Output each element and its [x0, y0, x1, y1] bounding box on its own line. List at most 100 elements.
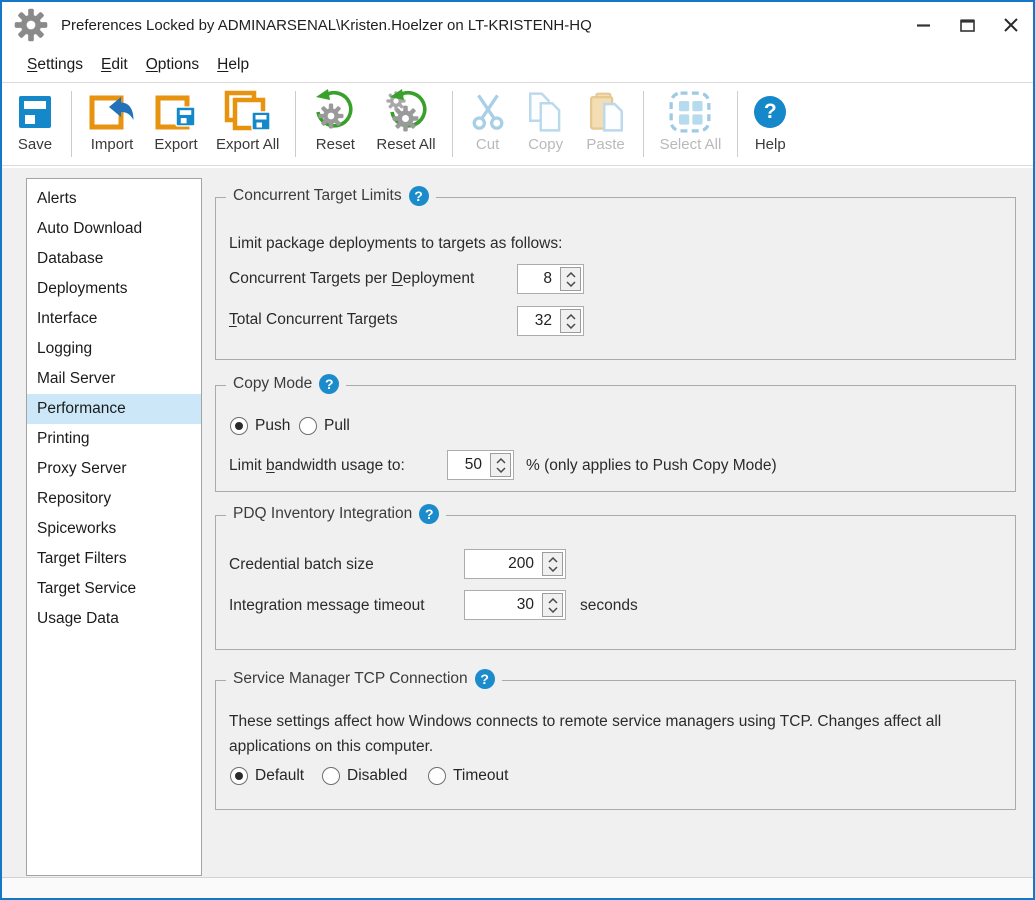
reset-all-button[interactable]: Reset All	[367, 83, 444, 165]
limits-description: Limit package deployments to targets as …	[229, 235, 562, 253]
group-pdq-inventory-integration: PDQ Inventory Integration ? Credential b…	[215, 515, 1016, 650]
credential-batch-size-input[interactable]	[465, 550, 540, 578]
sidebar-item-target-filters[interactable]: Target Filters	[27, 544, 201, 574]
minimize-button[interactable]	[901, 2, 945, 48]
window-title: Preferences Locked by ADMINARSENAL\Krist…	[61, 17, 592, 34]
targets-per-deployment-input[interactable]	[518, 265, 558, 293]
toolbar-separator	[71, 91, 72, 157]
total-concurrent-targets-label: Total Concurrent Targets	[229, 311, 398, 329]
export-all-icon	[221, 88, 275, 136]
chevron-up-icon	[566, 314, 576, 320]
integration-timeout-input[interactable]	[465, 591, 540, 619]
maximize-button[interactable]	[945, 2, 989, 48]
bandwidth-input[interactable]	[448, 451, 488, 479]
radio-selected-icon	[230, 767, 248, 785]
copy-button[interactable]: Copy	[516, 83, 576, 165]
paste-button[interactable]: Paste	[576, 83, 636, 165]
credential-batch-size-label: Credential batch size	[229, 556, 374, 574]
save-icon	[15, 88, 55, 136]
close-icon	[1004, 18, 1018, 32]
sidebar-item-proxy-server[interactable]: Proxy Server	[27, 454, 201, 484]
tcp-description: These settings affect how Windows connec…	[229, 709, 995, 759]
group-service-manager-tcp: Service Manager TCP Connection ? These s…	[215, 680, 1016, 810]
bandwidth-label: Limit bandwidth usage to:	[229, 457, 405, 475]
sidebar-item-auto-download[interactable]: Auto Download	[27, 214, 201, 244]
menu-edit[interactable]: Edit	[92, 51, 137, 79]
gear-app-icon	[14, 8, 48, 42]
menu-options[interactable]: Options	[137, 51, 208, 79]
help-icon: ?	[754, 88, 786, 136]
integration-timeout-spinner	[464, 590, 566, 620]
menu-settings[interactable]: Settings	[18, 51, 92, 79]
spinner-up-down-buttons[interactable]	[560, 267, 581, 291]
sidebar-item-interface[interactable]: Interface	[27, 304, 201, 334]
import-button[interactable]: Import	[79, 83, 145, 165]
bandwidth-spinner	[447, 450, 514, 480]
close-button[interactable]	[989, 2, 1033, 48]
chevron-down-icon	[548, 607, 558, 613]
preferences-window: Preferences Locked by ADMINARSENAL\Krist…	[0, 0, 1035, 900]
sidebar-item-repository[interactable]: Repository	[27, 484, 201, 514]
sidebar-item-alerts[interactable]: Alerts	[27, 184, 201, 214]
content-area: Alerts Auto Download Database Deployment…	[2, 168, 1033, 877]
concurrent-limits-help-icon[interactable]: ?	[409, 186, 429, 206]
menu-help[interactable]: Help	[208, 51, 258, 79]
radio-timeout[interactable]: Timeout	[428, 767, 508, 785]
export-all-button[interactable]: Export All	[207, 83, 288, 165]
radio-default[interactable]: Default	[230, 767, 304, 785]
select-all-icon	[668, 88, 712, 136]
select-all-button[interactable]: Select All	[651, 83, 731, 165]
integration-timeout-suffix: seconds	[580, 597, 638, 615]
sidebar-item-spiceworks[interactable]: Spiceworks	[27, 514, 201, 544]
help-button[interactable]: ? Help	[745, 83, 795, 165]
group-title: Service Manager TCP Connection	[233, 670, 468, 688]
title-bar: Preferences Locked by ADMINARSENAL\Krist…	[2, 2, 1033, 48]
sidebar-item-database[interactable]: Database	[27, 244, 201, 274]
radio-unselected-icon	[428, 767, 446, 785]
sidebar-item-printing[interactable]: Printing	[27, 424, 201, 454]
toolbar: Save Import Export	[2, 82, 1033, 166]
radio-push[interactable]: Push	[230, 417, 290, 435]
radio-selected-icon	[230, 417, 248, 435]
group-title: PDQ Inventory Integration	[233, 505, 412, 523]
chevron-down-icon	[548, 566, 558, 572]
spinner-up-down-buttons[interactable]	[542, 593, 563, 617]
sidebar-item-mail-server[interactable]: Mail Server	[27, 364, 201, 394]
sidebar-item-deployments[interactable]: Deployments	[27, 274, 201, 304]
sidebar-item-usage-data[interactable]: Usage Data	[27, 604, 201, 634]
radio-pull[interactable]: Pull	[299, 417, 350, 435]
export-button[interactable]: Export	[145, 83, 207, 165]
copy-icon	[525, 88, 567, 136]
chevron-up-icon	[566, 272, 576, 278]
paste-icon	[585, 88, 627, 136]
spinner-up-down-buttons[interactable]	[490, 453, 511, 477]
sidebar-item-logging[interactable]: Logging	[27, 334, 201, 364]
service-manager-help-icon[interactable]: ?	[475, 669, 495, 689]
total-concurrent-targets-input[interactable]	[518, 307, 558, 335]
spinner-up-down-buttons[interactable]	[560, 309, 581, 333]
reset-icon	[312, 88, 358, 136]
group-title: Concurrent Target Limits	[233, 187, 402, 205]
total-concurrent-targets-spinner	[517, 306, 584, 336]
integration-timeout-label: Integration message timeout	[229, 597, 425, 615]
preferences-category-list: Alerts Auto Download Database Deployment…	[26, 178, 202, 876]
radio-disabled[interactable]: Disabled	[322, 767, 407, 785]
spinner-up-down-buttons[interactable]	[542, 552, 563, 576]
chevron-up-icon	[548, 557, 558, 563]
toolbar-separator	[295, 91, 296, 157]
cut-icon	[469, 88, 507, 136]
copy-mode-help-icon[interactable]: ?	[319, 374, 339, 394]
minimize-icon	[917, 24, 930, 27]
maximize-icon	[960, 19, 975, 32]
credential-batch-size-spinner	[464, 549, 566, 579]
sidebar-item-performance[interactable]: Performance	[27, 394, 201, 424]
reset-button[interactable]: Reset	[303, 83, 367, 165]
export-icon	[154, 88, 198, 136]
toolbar-separator	[643, 91, 644, 157]
save-button[interactable]: Save	[6, 83, 64, 165]
group-title: Copy Mode	[233, 375, 312, 393]
window-footer	[2, 877, 1033, 898]
sidebar-item-target-service[interactable]: Target Service	[27, 574, 201, 604]
cut-button[interactable]: Cut	[460, 83, 516, 165]
inventory-integration-help-icon[interactable]: ?	[419, 504, 439, 524]
